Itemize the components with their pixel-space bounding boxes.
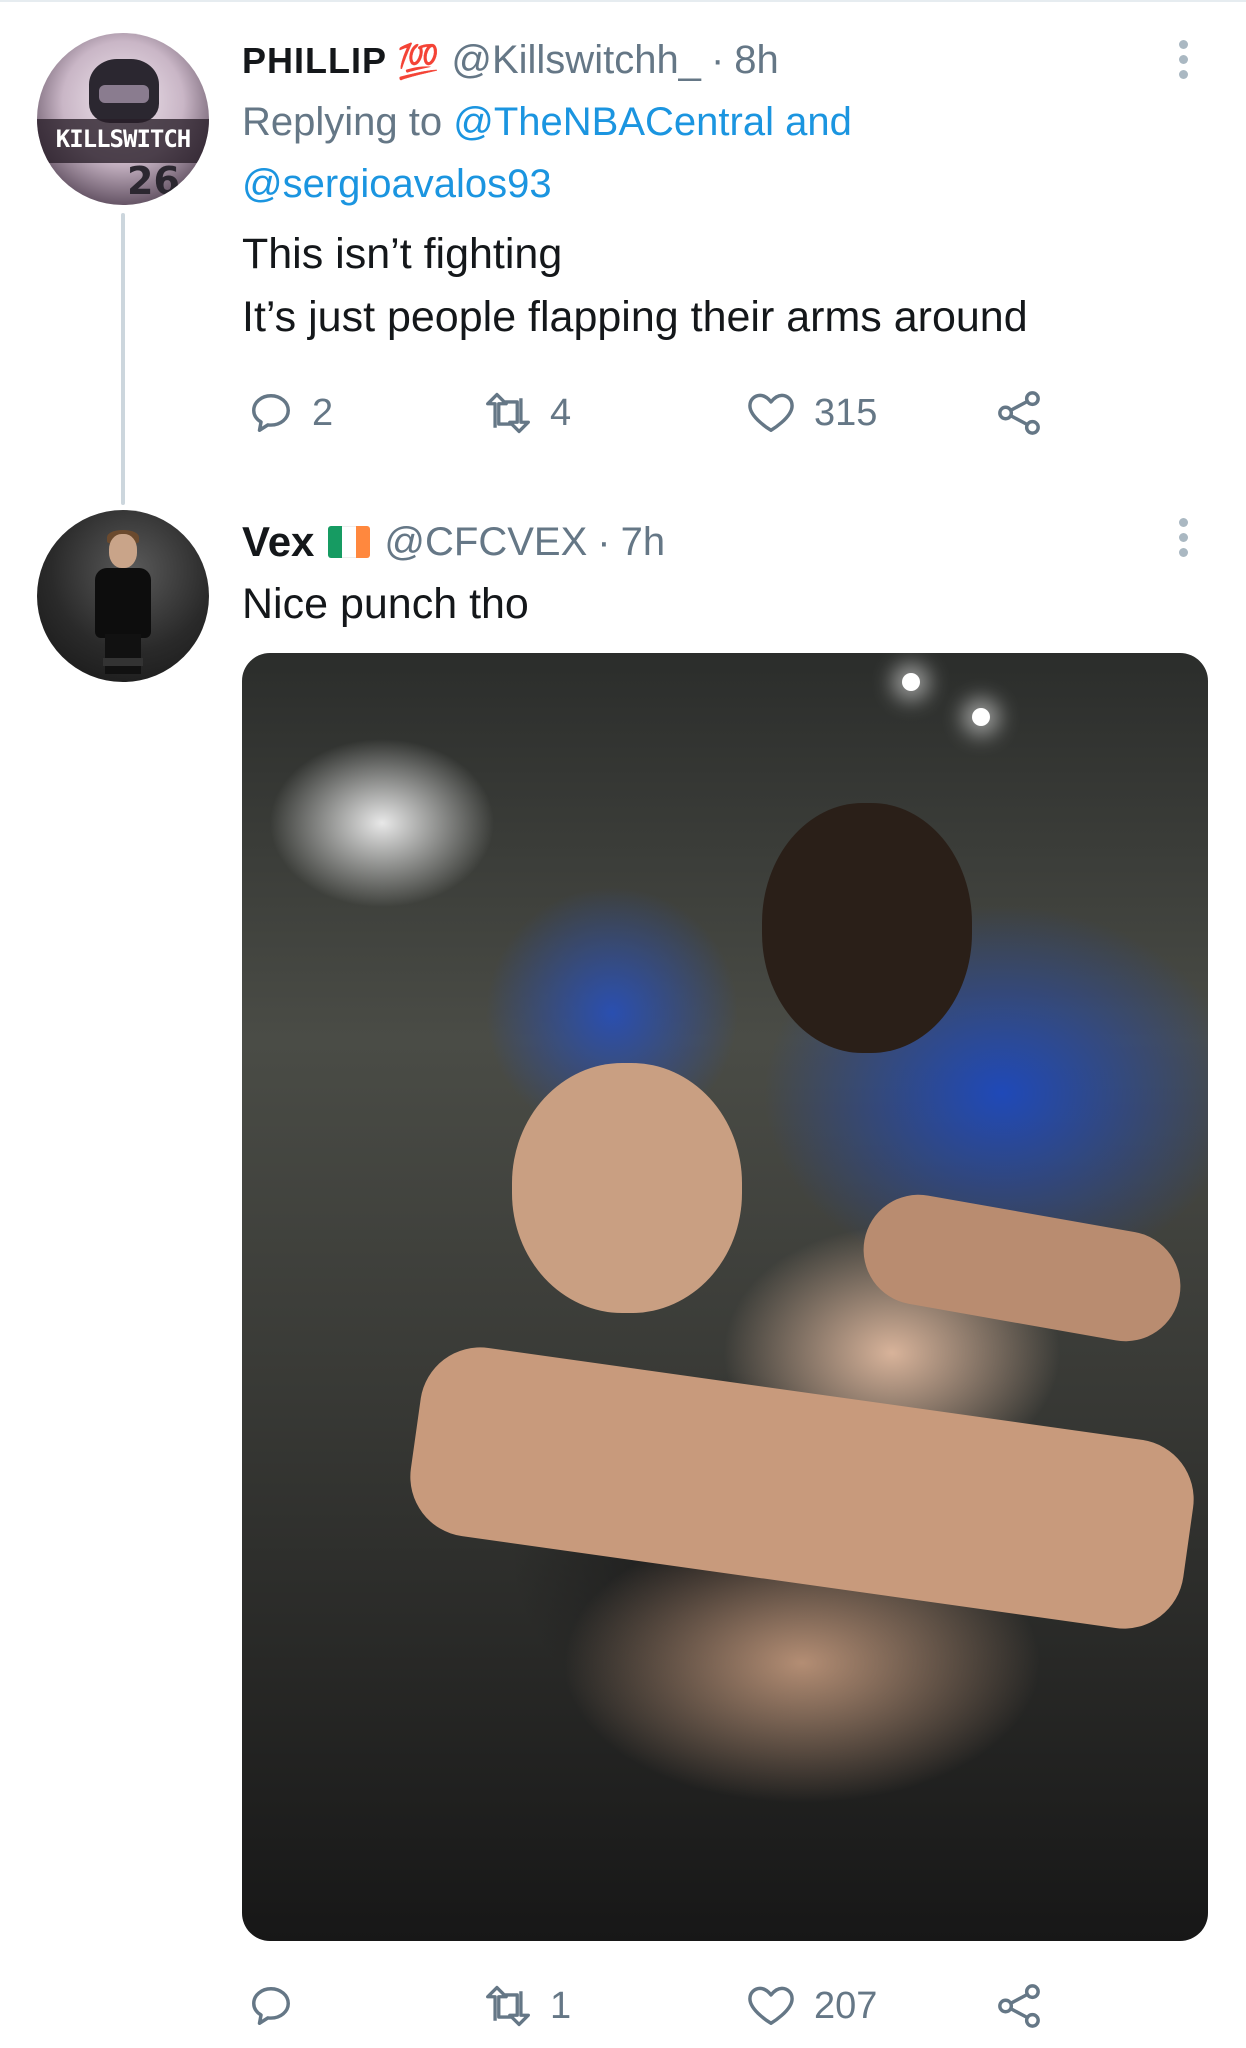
avatar-socks bbox=[103, 658, 143, 666]
more-vertical-icon[interactable] bbox=[1179, 40, 1189, 85]
avatar-phillip[interactable]: KILLSWITCH 26 bbox=[37, 33, 209, 205]
separator-dot: · bbox=[710, 38, 725, 82]
retweet-button[interactable]: 1 bbox=[484, 1983, 571, 2029]
separator-dot: · bbox=[597, 519, 611, 564]
like-icon bbox=[748, 1986, 794, 2025]
more-vertical-icon[interactable] bbox=[1179, 518, 1189, 563]
avatar-number: 26 bbox=[127, 159, 180, 203]
tweet-media-image[interactable] bbox=[242, 653, 1208, 1941]
replying-label: Replying to bbox=[242, 100, 443, 144]
like-count: 207 bbox=[814, 1984, 878, 2027]
retweet-icon bbox=[486, 392, 530, 434]
display-name[interactable]: Vex bbox=[242, 518, 314, 566]
mention-link[interactable]: @TheNBACentral bbox=[453, 100, 774, 144]
like-icon bbox=[748, 393, 794, 432]
reply-icon bbox=[252, 394, 290, 432]
timestamp[interactable]: 7h bbox=[621, 520, 666, 565]
avatar-vex[interactable] bbox=[37, 510, 209, 682]
person-head bbox=[762, 803, 972, 1053]
retweet-button[interactable]: 4 bbox=[484, 390, 571, 436]
like-count: 315 bbox=[814, 391, 878, 434]
reply-icon bbox=[252, 1987, 290, 2025]
tweet-text: Nice punch tho bbox=[242, 580, 529, 628]
thread-line bbox=[121, 213, 125, 505]
share-button[interactable] bbox=[994, 390, 1044, 436]
reply-count: 2 bbox=[312, 391, 334, 434]
avatar-visor bbox=[99, 85, 149, 103]
retweet-count: 1 bbox=[550, 1984, 572, 2027]
user-handle[interactable]: @CFCVEX bbox=[384, 520, 587, 565]
avatar-wordmark: KILLSWITCH bbox=[55, 125, 192, 153]
avatar-head bbox=[109, 534, 137, 568]
person-head bbox=[512, 1063, 742, 1313]
ireland-flag-icon bbox=[328, 526, 371, 558]
reply-button[interactable] bbox=[248, 1983, 312, 2029]
person-arm bbox=[854, 1186, 1190, 1350]
user-handle[interactable]: @Killswitchh_ bbox=[451, 38, 701, 83]
timestamp[interactable]: 8h bbox=[734, 38, 779, 83]
retweet-count: 4 bbox=[550, 391, 572, 434]
replying-and[interactable]: and bbox=[785, 100, 852, 144]
person-arm bbox=[402, 1339, 1202, 1637]
like-button[interactable]: 207 bbox=[746, 1983, 877, 2029]
tweet-text-line: It’s just people flapping their arms aro… bbox=[242, 293, 1028, 341]
hundred-emoji: 💯 bbox=[397, 43, 440, 81]
light-flare bbox=[972, 708, 990, 726]
like-button[interactable]: 315 bbox=[746, 390, 877, 436]
light-flare bbox=[902, 673, 920, 691]
avatar-kit bbox=[95, 568, 151, 638]
avatar-legs bbox=[105, 634, 141, 674]
reply-button[interactable]: 2 bbox=[248, 390, 333, 436]
share-button[interactable] bbox=[994, 1983, 1044, 2029]
top-divider bbox=[0, 0, 1246, 2]
tweet-text-line: This isn’t fighting bbox=[242, 230, 563, 278]
mention-link[interactable]: @sergioavalos93 bbox=[242, 162, 552, 206]
share-icon bbox=[998, 1984, 1040, 2028]
retweet-icon bbox=[486, 1985, 530, 2027]
share-icon bbox=[998, 391, 1040, 435]
display-name[interactable]: PHILLIP bbox=[242, 40, 387, 82]
